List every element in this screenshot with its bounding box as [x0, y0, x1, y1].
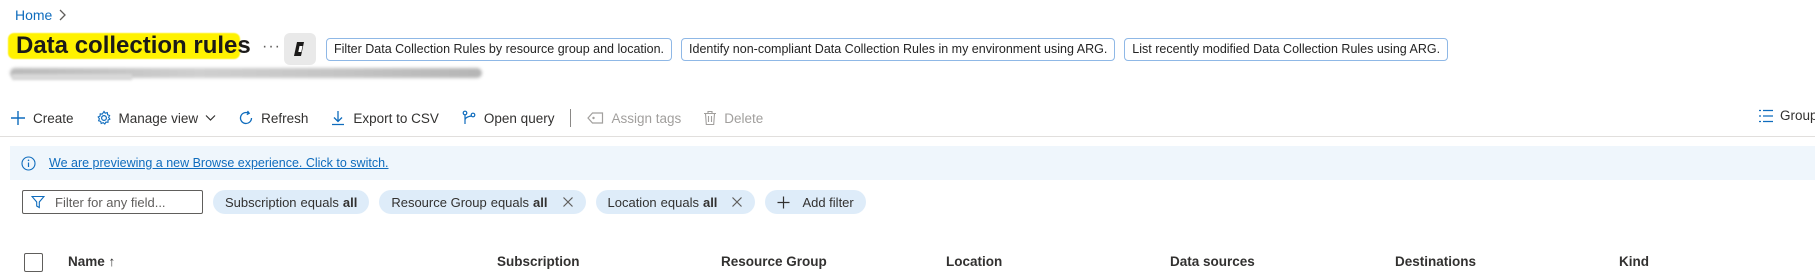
assign-tags-label: Assign tags [611, 110, 682, 126]
page-title: Data collection rules [16, 32, 251, 59]
column-header-kind[interactable]: Kind [1619, 254, 1649, 269]
filter-pill-subscription[interactable]: Subscription equals all [213, 190, 370, 214]
pill-operator: equals [660, 194, 699, 210]
create-label: Create [33, 110, 74, 126]
column-header-location[interactable]: Location [946, 254, 1002, 269]
filter-pill-resource-group[interactable]: Resource Group equals all [379, 190, 586, 214]
copilot-button[interactable] [284, 33, 316, 65]
refresh-icon [239, 110, 253, 125]
breadcrumb-home-link[interactable]: Home [15, 7, 52, 23]
list-icon [1759, 109, 1773, 122]
filter-placeholder: Filter for any field... [55, 194, 166, 210]
pill-field: Subscription [225, 194, 297, 210]
pill-field: Location [607, 194, 657, 210]
group-by-label: Group [1780, 108, 1815, 123]
close-icon[interactable] [562, 196, 574, 208]
redacted-subtitle-text [12, 74, 132, 80]
info-icon [21, 155, 36, 171]
filter-search-input[interactable]: Filter for any field... [22, 190, 203, 214]
pill-field: Resource Group [391, 194, 487, 210]
delete-button[interactable]: Delete [703, 110, 763, 126]
chevron-down-icon [205, 115, 216, 121]
delete-label: Delete [724, 110, 764, 126]
copilot-icon [294, 42, 304, 56]
create-button[interactable]: Create [6, 106, 74, 126]
gear-icon [96, 110, 111, 125]
pill-operator: equals [300, 194, 339, 210]
select-all-checkbox[interactable] [24, 253, 43, 272]
info-banner: We are previewing a new Browse experienc… [10, 146, 1815, 180]
breadcrumb: Home [15, 7, 67, 23]
suggestion-chip[interactable]: List recently modified Data Collection R… [1124, 38, 1449, 61]
download-icon [332, 111, 345, 126]
toolbar-divider [570, 109, 572, 127]
pill-value: all [533, 194, 548, 210]
copilot-suggestions: Filter Data Collection Rules by resource… [326, 38, 1449, 61]
command-bar: Create Manage view Refresh Export to CSV… [6, 106, 785, 130]
query-icon [462, 110, 476, 124]
add-filter-button[interactable]: Add filter [765, 190, 866, 214]
toolbar-divider-line [0, 136, 1815, 137]
trash-icon [704, 110, 717, 126]
assign-tags-button[interactable]: Assign tags [587, 111, 681, 126]
suggestion-chip[interactable]: Identify non-compliant Data Collection R… [681, 38, 1116, 61]
chevron-right-icon [59, 9, 67, 21]
tag-icon [587, 112, 604, 124]
manage-view-button[interactable]: Manage view [96, 110, 217, 126]
open-query-button[interactable]: Open query [461, 110, 555, 126]
refresh-button[interactable]: Refresh [238, 110, 308, 126]
column-header-data-sources[interactable]: Data sources [1170, 254, 1255, 269]
manage-view-label: Manage view [118, 110, 199, 126]
plus-icon [777, 196, 790, 208]
filter-pill-location[interactable]: Location equals all [595, 190, 756, 214]
column-header-name[interactable]: Name ↑ [68, 254, 115, 269]
pill-value: all [702, 194, 718, 210]
add-filter-label: Add filter [802, 194, 854, 210]
close-icon[interactable] [731, 196, 743, 208]
export-csv-label: Export to CSV [353, 110, 439, 126]
export-csv-button[interactable]: Export to CSV [330, 110, 439, 126]
table-header: Name ↑ Subscription Resource Group Locat… [0, 250, 1815, 274]
group-by-button[interactable]: Group [1758, 108, 1815, 123]
open-query-label: Open query [483, 110, 555, 126]
column-header-subscription[interactable]: Subscription [497, 254, 580, 269]
switch-browse-link[interactable]: We are previewing a new Browse experienc… [49, 156, 389, 170]
filter-bar: Filter for any field... Subscription equ… [22, 190, 866, 214]
refresh-label: Refresh [261, 110, 309, 126]
suggestion-chip[interactable]: Filter Data Collection Rules by resource… [326, 38, 673, 61]
pill-value: all [342, 194, 358, 210]
plus-icon [11, 111, 25, 125]
column-header-resource-group[interactable]: Resource Group [721, 254, 827, 269]
more-actions-button[interactable]: ··· [262, 38, 281, 56]
pill-operator: equals [490, 194, 530, 210]
filter-icon [31, 195, 45, 209]
column-header-destinations[interactable]: Destinations [1395, 254, 1476, 269]
